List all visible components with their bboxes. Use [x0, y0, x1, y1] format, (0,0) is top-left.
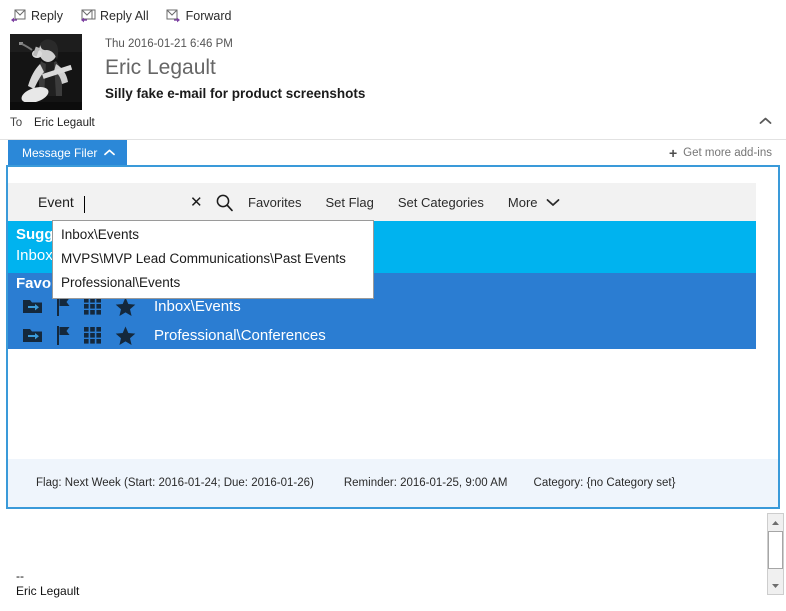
move-to-folder-icon[interactable] — [22, 327, 44, 344]
command-set-flag-label: Set Flag — [325, 194, 374, 210]
flag-icon[interactable] — [56, 326, 72, 345]
forward-button[interactable]: Forward — [165, 9, 232, 23]
command-set-categories-label: Set Categories — [397, 194, 484, 210]
status-flag: Flag: Next Week (Start: 2016-01-24; Due:… — [36, 477, 314, 489]
status-reminder: Reminder: 2016-01-25, 9:00 AM — [343, 477, 508, 489]
to-recipient[interactable]: Eric Legault — [34, 117, 95, 129]
favorite-folder-label[interactable]: Professional\Conferences — [154, 327, 326, 344]
recipients-row: To Eric Legault — [0, 110, 786, 136]
autocomplete-option[interactable]: Professional\Events — [53, 271, 373, 295]
magnifier-icon[interactable] — [215, 193, 234, 212]
chevron-up-icon — [104, 149, 116, 156]
scroll-down-arrow-icon[interactable] — [768, 577, 783, 594]
message-filer-panel-inner: ✕ Favorites Set Flag Set Categories — [8, 167, 778, 507]
move-to-folder-icon[interactable] — [22, 298, 44, 315]
addin-strip-spacer — [127, 140, 669, 165]
search-input[interactable] — [36, 193, 190, 211]
to-label: To — [10, 117, 23, 129]
command-favorites-label: Favorites — [248, 194, 302, 210]
panel-status-bar: Flag: Next Week (Start: 2016-01-24; Due:… — [8, 459, 778, 507]
star-icon[interactable] — [115, 297, 136, 317]
message-header-text: Thu 2016-01-21 6:46 PM Eric Legault Sill… — [105, 34, 365, 110]
autocomplete-option[interactable]: MVPS\MVP Lead Communications\Past Events — [53, 247, 373, 271]
message-body[interactable]: -- Eric Legault — [0, 509, 786, 599]
command-favorites[interactable]: Favorites — [248, 195, 301, 210]
text-caret — [84, 195, 85, 213]
addin-tab-strip: Message Filer + Get more add-ins — [0, 140, 786, 165]
get-more-addins-label: Get more add-ins — [683, 146, 772, 159]
message-header: Thu 2016-01-21 6:46 PM Eric Legault Sill… — [0, 28, 786, 110]
signature-name: Eric Legault — [16, 584, 80, 598]
categories-grid-icon[interactable] — [84, 326, 103, 345]
message-sender: Eric Legault — [105, 56, 216, 79]
vertical-scrollbar[interactable] — [767, 513, 784, 595]
forward-label: Forward — [185, 9, 232, 23]
avatar — [10, 34, 82, 110]
search-field-wrap: ✕ — [36, 193, 233, 213]
reply-button[interactable]: Reply — [10, 9, 63, 23]
reply-all-envelope-icon — [79, 9, 96, 23]
message-filer-panel: ✕ Favorites Set Flag Set Categories — [6, 165, 780, 509]
categories-grid-icon[interactable] — [84, 297, 103, 316]
plus-icon: + — [668, 144, 678, 161]
command-more-label: More — [507, 194, 538, 210]
message-date: Thu 2016-01-21 6:46 PM — [105, 38, 233, 50]
flag-icon[interactable] — [56, 297, 72, 316]
command-set-categories[interactable]: Set Categories — [398, 195, 484, 210]
reply-envelope-icon — [10, 9, 27, 23]
panel-toolbar: ✕ Favorites Set Flag Set Categories — [8, 183, 756, 221]
command-set-flag[interactable]: Set Flag — [325, 195, 373, 210]
chevron-down-icon — [546, 198, 560, 207]
reply-all-button[interactable]: Reply All — [79, 9, 149, 23]
scroll-thumb[interactable] — [768, 531, 783, 569]
reply-label: Reply — [31, 9, 63, 23]
tab-message-filer[interactable]: Message Filer — [8, 140, 128, 165]
autocomplete-dropdown: Inbox\Events MVPS\MVP Lead Communication… — [52, 220, 374, 299]
autocomplete-option[interactable]: Inbox\Events — [53, 223, 373, 247]
signature-block: -- Eric Legault — [16, 569, 79, 599]
tab-message-filer-label: Message Filer — [22, 145, 98, 160]
reply-toolbar: Reply Reply All Forward — [0, 0, 786, 28]
get-more-addins-button[interactable]: + Get more add-ins — [669, 140, 786, 165]
reply-all-label: Reply All — [99, 9, 149, 23]
favorite-folder-label[interactable]: Inbox\Events — [154, 298, 241, 315]
list-item[interactable]: Professional\Conferences — [8, 321, 756, 350]
forward-envelope-icon — [165, 9, 182, 23]
scroll-up-arrow-icon[interactable] — [768, 514, 783, 531]
chevron-up-icon[interactable] — [754, 112, 776, 130]
panel-command-links: Favorites Set Flag Set Categories More — [248, 195, 584, 210]
message-subject: Silly fake e-mail for product screenshot… — [105, 86, 366, 101]
star-icon[interactable] — [115, 326, 136, 346]
command-more[interactable]: More — [508, 195, 560, 210]
signature-dashes: -- — [16, 569, 24, 583]
close-x-icon[interactable]: ✕ — [190, 195, 203, 210]
status-category: Category: {no Category set} — [533, 477, 676, 489]
